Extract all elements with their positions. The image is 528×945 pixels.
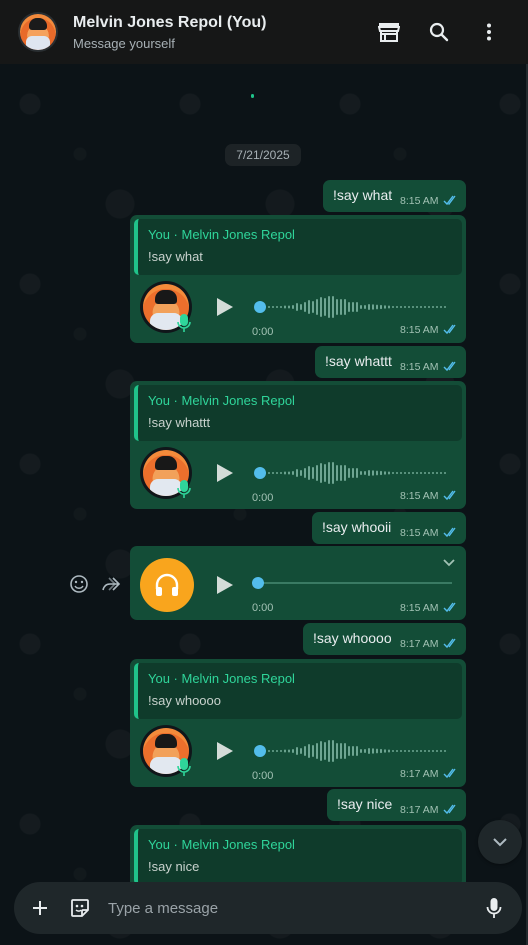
play-icon[interactable] (212, 295, 236, 319)
message-input[interactable] (108, 899, 474, 917)
read-ticks-icon (443, 361, 456, 372)
voice-message-bubble[interactable]: You · Melvin Jones Repol !say whattt 0:0… (130, 381, 466, 509)
quote-text: !say what (148, 249, 203, 264)
message-bubble[interactable]: !say what 8:15 AM (323, 180, 466, 212)
read-ticks-icon (443, 195, 456, 206)
message-text: !say whattt (325, 353, 392, 369)
chevron-down-icon (493, 838, 507, 847)
read-ticks-icon (443, 527, 456, 538)
audio-duration: 0:00 (252, 602, 274, 614)
attach-button[interactable] (20, 888, 60, 928)
more-vert-icon[interactable] (464, 12, 514, 52)
voice-duration: 0:00 (252, 770, 274, 782)
message-bubble[interactable]: !say whoooo 8:17 AM (303, 623, 466, 655)
quote-author: You · Melvin Jones Repol (148, 837, 295, 852)
waveform[interactable] (254, 293, 446, 321)
quote-text: !say whattt (148, 415, 211, 430)
date-chip: 7/21/2025 (225, 144, 301, 166)
play-icon[interactable] (212, 461, 236, 485)
play-icon[interactable] (212, 573, 236, 597)
read-ticks-icon (443, 638, 456, 649)
reply-quote[interactable]: You · Melvin Jones Repol !say nice (134, 829, 462, 885)
waveform[interactable] (254, 459, 446, 487)
reply-quote[interactable]: You · Melvin Jones Repol !say what (134, 219, 462, 275)
quote-text: !say nice (148, 859, 200, 874)
mic-icon (177, 480, 191, 498)
read-ticks-icon (443, 324, 456, 335)
message-time: 8:15 AM (400, 324, 439, 336)
chat-header: Melvin Jones Repol (You) Message yoursel… (0, 0, 528, 64)
contact-avatar[interactable] (18, 12, 58, 52)
message-text: !say whooii (322, 519, 392, 535)
voice-message-bubble[interactable]: You · Melvin Jones Repol !say what 0:00 … (130, 215, 466, 343)
message-text: !say whoooo (313, 630, 392, 646)
search-icon[interactable] (414, 12, 464, 52)
message-text: !say what (333, 187, 393, 203)
message-time: 8:15 AM (400, 490, 439, 502)
chevron-down-icon[interactable] (442, 558, 456, 568)
plus-icon (33, 901, 47, 915)
audio-message-bubble[interactable]: 0:00 8:15 AM (130, 546, 466, 620)
message-time: 8:15 AM (400, 361, 439, 373)
mic-icon (177, 314, 191, 332)
play-icon[interactable] (212, 739, 236, 763)
reply-quote[interactable]: You · Melvin Jones Repol !say whoooo (134, 663, 462, 719)
read-ticks-icon (443, 602, 456, 613)
sticker-icon (71, 899, 89, 917)
quote-author: You · Melvin Jones Repol (148, 393, 295, 408)
message-time: 8:17 AM (400, 768, 439, 780)
message-time: 8:15 AM (400, 195, 439, 207)
message-time: 8:17 AM (400, 804, 439, 816)
voice-record-button[interactable] (474, 888, 514, 928)
voice-message-bubble[interactable]: You · Melvin Jones Repol !say nice (130, 825, 466, 885)
voice-duration: 0:00 (252, 492, 274, 504)
message-composer (14, 882, 522, 934)
quote-text: !say whoooo (148, 693, 221, 708)
message-time: 8:15 AM (400, 527, 439, 539)
voice-message-bubble[interactable]: You · Melvin Jones Repol !say whoooo 0:0… (130, 659, 466, 787)
read-ticks-icon (443, 768, 456, 779)
message-text: !say nice (337, 796, 393, 812)
message-bubble[interactable]: !say whattt 8:15 AM (315, 346, 466, 378)
status-dot (251, 94, 254, 98)
message-bubble[interactable]: !say nice 8:17 AM (327, 789, 466, 821)
read-ticks-icon (443, 490, 456, 501)
quote-author: You · Melvin Jones Repol (148, 671, 295, 686)
headphones-icon (140, 558, 194, 612)
audio-progress-slider[interactable] (250, 576, 454, 590)
message-time: 8:17 AM (400, 638, 439, 650)
contact-subtitle: Message yourself (73, 35, 175, 51)
voice-duration: 0:00 (252, 326, 274, 338)
chat-area[interactable]: 7/21/2025 !say what 8:15 AM You · Melvin… (0, 64, 528, 945)
quote-author: You · Melvin Jones Repol (148, 227, 295, 242)
contact-name: Melvin Jones Repol (You) (73, 13, 267, 31)
emoji-react-icon[interactable] (68, 573, 90, 595)
forward-icon[interactable] (100, 573, 122, 595)
contact-info[interactable]: Melvin Jones Repol (You) Message yoursel… (73, 14, 364, 51)
read-ticks-icon (443, 804, 456, 815)
scroll-to-bottom-button[interactable] (478, 820, 522, 864)
shop-icon[interactable] (364, 12, 414, 52)
message-bubble[interactable]: !say whooii 8:15 AM (312, 512, 466, 544)
sticker-button[interactable] (60, 888, 100, 928)
message-time: 8:15 AM (400, 602, 439, 614)
reply-quote[interactable]: You · Melvin Jones Repol !say whattt (134, 385, 462, 441)
waveform[interactable] (254, 737, 446, 765)
mic-icon (486, 898, 502, 918)
mic-icon (177, 758, 191, 776)
